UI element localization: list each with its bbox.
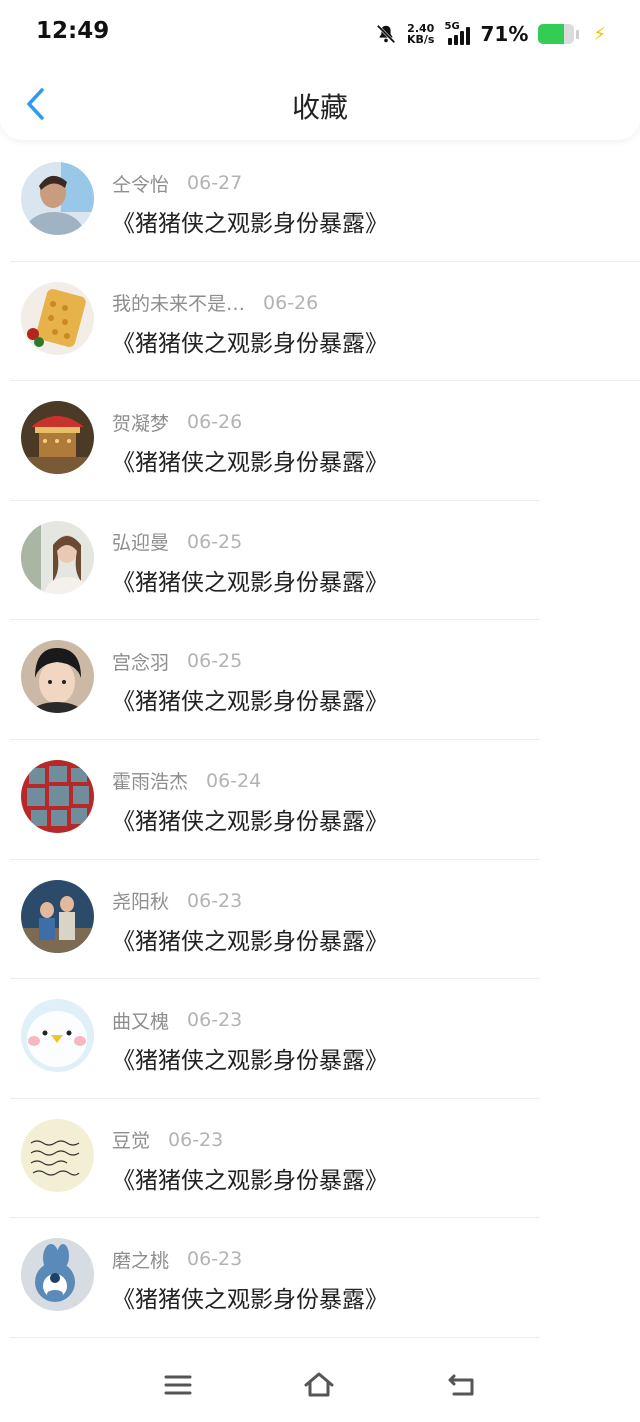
avatar[interactable]	[21, 1238, 94, 1312]
item-title[interactable]: 《猪猪侠之观影身份暴露》	[112, 204, 388, 238]
item-title[interactable]: 《猪猪侠之观影身份暴露》	[112, 324, 388, 358]
page-title: 收藏	[291, 91, 348, 124]
item-meta: 贺凝梦 06-26	[112, 409, 242, 435]
username[interactable]: 我的未来不是…	[112, 289, 245, 316]
item-date: 06-26	[187, 411, 243, 434]
item-title[interactable]: 《猪猪侠之观影身份暴露》	[112, 1280, 388, 1314]
avatar[interactable]	[21, 879, 94, 953]
mute-bell-icon	[376, 24, 396, 44]
status-time: 12:49	[36, 18, 110, 44]
list-item[interactable]: 贺凝梦 06-26 《猪猪侠之观影身份暴露》	[0, 381, 640, 501]
item-title[interactable]: 《猪猪侠之观影身份暴露》	[112, 1161, 388, 1195]
list-item[interactable]: 我的未来不是… 06-26 《猪猪侠之观影身份暴露》	[0, 262, 640, 382]
item-date: 06-25	[187, 530, 243, 553]
username[interactable]: 弘迎曼	[112, 528, 169, 555]
avatar[interactable]	[21, 1118, 94, 1192]
list-item[interactable]: 霍雨浩杰 06-24 《猪猪侠之观影身份暴露》	[0, 740, 640, 860]
list-item[interactable]: 宫念羽 06-25 《猪猪侠之观影身份暴露》	[0, 620, 640, 740]
item-meta: 曲又槐 06-23	[112, 1007, 242, 1033]
divider	[10, 1336, 540, 1338]
avatar[interactable]	[21, 759, 94, 833]
item-title[interactable]: 《猪猪侠之观影身份暴露》	[112, 682, 388, 716]
avatar[interactable]	[21, 640, 94, 714]
header: 12:49 2.40 KB/s 5G 71% ⚡ 收藏	[0, 0, 640, 140]
home-icon[interactable]	[303, 1370, 335, 1400]
item-date: 06-23	[168, 1128, 224, 1151]
item-meta: 霍雨浩杰 06-24	[112, 768, 261, 794]
item-meta: 我的未来不是… 06-26	[112, 290, 318, 316]
item-date: 06-23	[187, 1009, 243, 1032]
avatar[interactable]	[21, 401, 94, 475]
system-nav-bar	[0, 1342, 640, 1422]
list-item[interactable]: 磨之桃 06-23 《猪猪侠之观影身份暴露》	[0, 1218, 640, 1338]
status-bar: 12:49 2.40 KB/s 5G 71% ⚡	[0, 0, 640, 64]
avatar[interactable]	[21, 162, 94, 235]
username[interactable]: 贺凝梦	[112, 409, 169, 436]
battery-percent: 71%	[480, 22, 529, 46]
list-item[interactable]: 弘迎曼 06-25 《猪猪侠之观影身份暴露》	[0, 501, 640, 621]
list-item[interactable]: 仝令怡 06-27 《猪猪侠之观影身份暴露》	[0, 142, 640, 262]
list-item[interactable]: 曲又槐 06-23 《猪猪侠之观影身份暴露》	[0, 979, 640, 1099]
network-speed: 2.40 KB/s	[407, 23, 434, 45]
battery-icon	[538, 24, 575, 44]
item-title[interactable]: 《猪猪侠之观影身份暴露》	[112, 1041, 388, 1075]
battery-tip	[576, 29, 580, 39]
menu-icon[interactable]	[162, 1370, 194, 1400]
username[interactable]: 宫念羽	[112, 648, 169, 675]
list-item[interactable]: 尧阳秋 06-23 《猪猪侠之观影身份暴露》	[0, 860, 640, 980]
nav-bar: 收藏	[0, 64, 640, 140]
avatar[interactable]	[21, 520, 94, 594]
username[interactable]: 磨之桃	[112, 1246, 169, 1273]
username[interactable]: 仝令怡	[112, 170, 169, 197]
item-meta: 宫念羽 06-25	[112, 648, 242, 674]
item-title[interactable]: 《猪猪侠之观影身份暴露》	[112, 922, 388, 956]
network-type: 5G	[444, 21, 460, 32]
signal-icon: 5G	[444, 21, 471, 45]
item-date: 06-26	[263, 291, 319, 314]
favorites-list: 仝令怡 06-27 《猪猪侠之观影身份暴露》 我的未来不是… 06-26 《猪猪…	[0, 142, 640, 1338]
item-date: 06-24	[206, 769, 262, 792]
item-date: 06-27	[187, 172, 243, 194]
item-meta: 豆觉 06-23	[112, 1127, 223, 1153]
return-icon[interactable]	[446, 1370, 478, 1400]
item-date: 06-23	[187, 889, 243, 912]
item-title[interactable]: 《猪猪侠之观影身份暴露》	[112, 563, 388, 597]
list-item[interactable]: 豆觉 06-23 《猪猪侠之观影身份暴露》	[0, 1099, 640, 1219]
avatar[interactable]	[21, 999, 94, 1073]
username[interactable]: 霍雨浩杰	[112, 767, 188, 794]
username[interactable]: 豆觉	[112, 1126, 150, 1153]
avatar[interactable]	[21, 281, 94, 355]
item-title[interactable]: 《猪猪侠之观影身份暴露》	[112, 802, 388, 836]
username[interactable]: 曲又槐	[112, 1007, 169, 1034]
charging-icon: ⚡	[593, 23, 606, 45]
username[interactable]: 尧阳秋	[112, 887, 169, 914]
item-meta: 仝令怡 06-27	[112, 170, 242, 196]
item-meta: 尧阳秋 06-23	[112, 888, 242, 914]
item-date: 06-25	[187, 650, 243, 673]
item-meta: 弘迎曼 06-25	[112, 529, 242, 555]
item-title[interactable]: 《猪猪侠之观影身份暴露》	[112, 443, 388, 477]
speed-unit: KB/s	[407, 33, 435, 46]
item-meta: 磨之桃 06-23	[112, 1246, 242, 1272]
status-icons: 2.40 KB/s 5G 71% ⚡	[375, 20, 606, 48]
item-date: 06-23	[187, 1248, 243, 1271]
